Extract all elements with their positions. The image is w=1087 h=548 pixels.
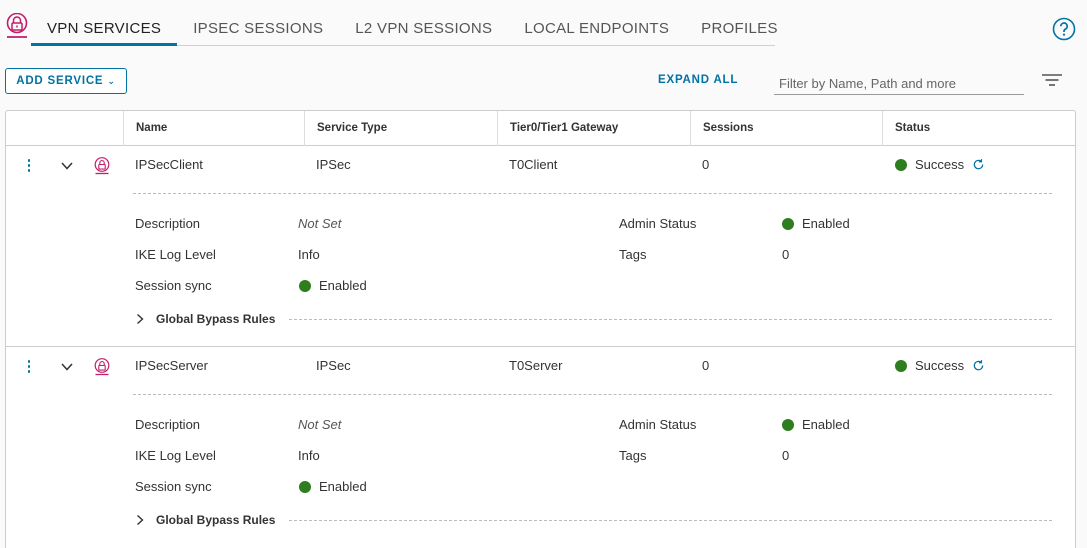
divider <box>289 319 1052 320</box>
ike-log-level-label: IKE Log Level <box>135 448 216 463</box>
top-navigation: VPN SERVICES IPSEC SESSIONS L2 VPN SESSI… <box>0 0 1087 46</box>
tab-ipsec-sessions[interactable]: IPSEC SESSIONS <box>177 0 339 45</box>
tab-bar: VPN SERVICES IPSEC SESSIONS L2 VPN SESSI… <box>31 0 777 46</box>
session-sync-value: Enabled <box>299 278 367 293</box>
admin-status-value: Enabled <box>782 216 850 231</box>
grid-header: Name Service Type Tier0/Tier1 Gateway Se… <box>6 111 1075 146</box>
tags-label: Tags <box>619 448 647 463</box>
description-label: Description <box>135 417 201 432</box>
help-icon[interactable] <box>1052 17 1076 41</box>
description-label: Description <box>135 216 201 231</box>
expand-all-button[interactable]: EXPAND ALL <box>658 74 738 86</box>
admin-status-text: Enabled <box>802 417 850 432</box>
admin-status-label: Admin Status <box>619 417 697 432</box>
status-text: Success <box>915 358 965 373</box>
refresh-icon[interactable] <box>972 359 985 372</box>
divider <box>133 193 1052 194</box>
success-dot-icon <box>895 360 907 372</box>
ike-log-level-value: Info <box>298 247 320 262</box>
row-divider <box>6 346 1075 347</box>
tags-value[interactable]: 0 <box>782 247 789 262</box>
status-badge: Success <box>895 157 985 172</box>
divider <box>133 394 1052 395</box>
column-header-sessions[interactable]: Sessions <box>690 111 882 146</box>
chevron-down-icon[interactable] <box>60 361 74 373</box>
success-dot-icon <box>895 159 907 171</box>
admin-status-value: Enabled <box>782 417 850 432</box>
success-dot-icon <box>782 419 794 431</box>
global-bypass-rules-toggle[interactable]: Global Bypass Rules <box>136 513 275 527</box>
chevron-right-icon <box>137 313 144 325</box>
status-badge: Success <box>895 358 985 373</box>
row-sessions[interactable]: 0 <box>702 358 709 373</box>
vpn-lock-icon <box>94 157 110 175</box>
session-sync-text: Enabled <box>319 479 367 494</box>
row-actions-kebab-icon[interactable] <box>26 157 32 175</box>
description-value: Not Set <box>298 417 342 432</box>
row-service-type: IPSec <box>316 358 351 373</box>
tab-l2-vpn-sessions[interactable]: L2 VPN SESSIONS <box>339 0 508 45</box>
refresh-icon[interactable] <box>972 158 985 171</box>
global-bypass-rules-toggle[interactable]: Global Bypass Rules <box>136 312 275 326</box>
filter-lines-icon[interactable] <box>1041 73 1063 87</box>
services-grid: Name Service Type Tier0/Tier1 Gateway Se… <box>5 110 1076 548</box>
column-header-service-type[interactable]: Service Type <box>304 111 497 146</box>
tab-vpn-services[interactable]: VPN SERVICES <box>31 0 178 46</box>
chevron-right-icon <box>137 514 144 526</box>
status-text: Success <box>915 157 965 172</box>
admin-status-label: Admin Status <box>619 216 697 231</box>
row-gateway[interactable]: T0Server <box>509 358 562 373</box>
global-bypass-rules-label: Global Bypass Rules <box>156 312 276 326</box>
success-dot-icon <box>299 280 311 292</box>
column-header-gateway[interactable]: Tier0/Tier1 Gateway <box>497 111 690 146</box>
ike-log-level-label: IKE Log Level <box>135 247 216 262</box>
tab-local-endpoints[interactable]: LOCAL ENDPOINTS <box>508 0 685 45</box>
divider <box>289 520 1052 521</box>
row-name[interactable]: IPSecServer <box>135 358 208 373</box>
tags-value[interactable]: 0 <box>782 448 789 463</box>
add-service-label: ADD SERVICE <box>16 75 104 87</box>
filter-input[interactable] <box>774 69 1024 95</box>
row-gateway[interactable]: T0Client <box>509 157 557 172</box>
row-service-type: IPSec <box>316 157 351 172</box>
column-header-name[interactable]: Name <box>123 111 304 146</box>
add-service-button[interactable]: ADD SERVICE ⌄ <box>5 68 127 94</box>
row-sessions[interactable]: 0 <box>702 157 709 172</box>
tags-label: Tags <box>619 247 647 262</box>
ike-log-level-value: Info <box>298 448 320 463</box>
admin-status-text: Enabled <box>802 216 850 231</box>
session-sync-label: Session sync <box>135 278 212 293</box>
session-sync-value: Enabled <box>299 479 367 494</box>
vpn-lock-icon <box>94 358 110 376</box>
row-actions-kebab-icon[interactable] <box>26 358 32 376</box>
success-dot-icon <box>782 218 794 230</box>
session-sync-text: Enabled <box>319 278 367 293</box>
row-name[interactable]: IPSecClient <box>135 157 203 172</box>
success-dot-icon <box>299 481 311 493</box>
global-bypass-rules-label: Global Bypass Rules <box>156 513 276 527</box>
vpn-lock-icon <box>6 13 28 38</box>
chevron-down-icon: ⌄ <box>107 75 116 86</box>
description-value: Not Set <box>298 216 342 231</box>
chevron-down-icon[interactable] <box>60 160 74 172</box>
tab-profiles[interactable]: PROFILES <box>685 0 794 45</box>
session-sync-label: Session sync <box>135 479 212 494</box>
column-header-status[interactable]: Status <box>882 111 1075 146</box>
